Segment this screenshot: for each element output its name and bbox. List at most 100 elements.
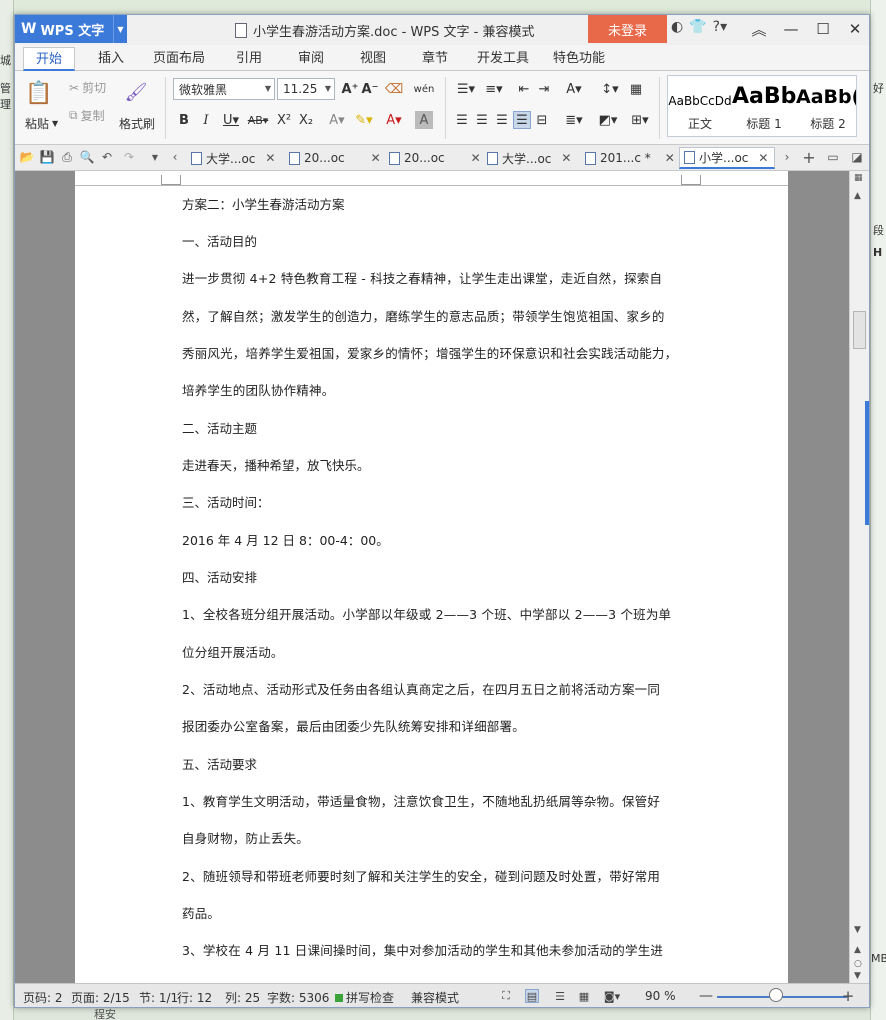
- bullets-icon[interactable]: ☰▾: [453, 80, 479, 98]
- tab-special[interactable]: 特色功能: [547, 47, 611, 71]
- bold-icon[interactable]: B: [175, 111, 193, 129]
- change-case-icon[interactable]: A▾: [561, 80, 587, 98]
- scroll-up-icon[interactable]: ▲: [854, 191, 861, 201]
- close-tab-icon[interactable]: ✕: [471, 151, 481, 165]
- grow-font-icon[interactable]: A⁺: [341, 80, 359, 98]
- side-panel-toggle[interactable]: [865, 401, 869, 525]
- status-word-count[interactable]: 字数: 5306: [267, 989, 329, 1006]
- login-button[interactable]: 未登录: [588, 15, 667, 43]
- char-shading-icon[interactable]: A: [415, 111, 433, 129]
- justify-icon[interactable]: ☰: [513, 111, 531, 129]
- increase-indent-icon[interactable]: ⇥: [535, 80, 553, 98]
- save-icon[interactable]: 💾: [39, 149, 55, 165]
- undo-icon[interactable]: ↶: [99, 149, 115, 165]
- document-tab[interactable]: 20...oc ✕: [385, 147, 481, 169]
- next-page-icon[interactable]: ▼: [854, 971, 861, 981]
- style-heading-1[interactable]: AaBb 标题 1: [732, 76, 796, 136]
- shirt-icon[interactable]: 👕: [689, 19, 706, 35]
- tab-section[interactable]: 章节: [411, 47, 459, 71]
- tabs-scroll-left-icon[interactable]: ‹: [167, 149, 183, 165]
- tab-developer[interactable]: 开发工具: [471, 47, 535, 71]
- align-center-icon[interactable]: ☰: [473, 111, 491, 129]
- vertical-scrollbar[interactable]: ▦ ▲ ▼ ▲ ○ ▼: [849, 171, 869, 983]
- borders-icon[interactable]: ⊞▾: [627, 111, 653, 129]
- scroll-down-icon[interactable]: ▼: [854, 925, 861, 935]
- previous-page-icon[interactable]: ▲: [854, 945, 861, 955]
- ruler-toggle-icon[interactable]: ▦: [854, 173, 863, 183]
- highlight-icon[interactable]: ✎▾: [351, 111, 377, 129]
- table-grid-icon[interactable]: ▦: [627, 80, 645, 98]
- zoom-out-icon[interactable]: —: [699, 988, 713, 1004]
- full-screen-icon[interactable]: ⛶: [499, 989, 513, 1003]
- reading-view-icon[interactable]: ◙▾: [601, 989, 623, 1003]
- zoom-level[interactable]: 90 %: [645, 989, 676, 1003]
- format-painter-icon[interactable]: 🖌: [123, 79, 149, 105]
- open-folder-icon[interactable]: 📂: [19, 149, 35, 165]
- cut-button[interactable]: ✂ 剪切: [69, 79, 106, 96]
- style-heading-2[interactable]: AaBb( 标题 2: [796, 76, 856, 136]
- close-tab-icon[interactable]: ✕: [758, 151, 768, 165]
- shading-icon[interactable]: ◩▾: [595, 111, 621, 129]
- font-color-icon[interactable]: A▾: [381, 111, 407, 129]
- clipboard-icon[interactable]: 📋: [25, 79, 53, 107]
- close-tab-icon[interactable]: ✕: [665, 151, 675, 165]
- print-icon[interactable]: ⎙: [59, 149, 75, 165]
- document-page[interactable]: 方案二：小学生春游活动方案 一、活动目的 进一步贯彻 4+2 特色教育工程 - …: [75, 171, 788, 983]
- format-painter-button[interactable]: 格式刷: [119, 115, 155, 132]
- web-view-icon[interactable]: ▦: [577, 989, 591, 1003]
- new-tab-icon[interactable]: +: [801, 148, 817, 167]
- page-view-icon[interactable]: ▤: [525, 989, 539, 1003]
- style-normal[interactable]: AaBbCcDd 正文: [668, 76, 732, 136]
- tab-insert[interactable]: 插入: [87, 47, 135, 71]
- outline-view-icon[interactable]: ☰: [553, 989, 567, 1003]
- document-tab[interactable]: 大学...oc ✕: [187, 147, 283, 169]
- zoom-slider-handle[interactable]: [769, 988, 783, 1002]
- italic-icon[interactable]: I: [197, 111, 215, 129]
- status-row[interactable]: 行: 12: [177, 989, 212, 1006]
- tab-view[interactable]: 视图: [349, 47, 397, 71]
- zoom-in-icon[interactable]: +: [841, 987, 855, 1005]
- status-section[interactable]: 节: 1/1: [139, 989, 178, 1006]
- tab-review[interactable]: 审阅: [287, 47, 335, 71]
- sort-icon[interactable]: ↕▾: [597, 80, 623, 98]
- text-effect-icon[interactable]: A▾: [325, 111, 349, 129]
- chevron-down-icon[interactable]: ▼: [147, 149, 163, 165]
- subscript-icon[interactable]: X₂: [297, 111, 315, 129]
- tab-page-layout[interactable]: 页面布局: [147, 47, 211, 71]
- strikethrough-icon[interactable]: AB▾: [245, 111, 271, 129]
- line-spacing-icon[interactable]: ≣▾: [561, 111, 587, 129]
- font-size-select[interactable]: 11.25 ▼: [277, 78, 335, 100]
- maximize-icon[interactable]: ☐: [807, 15, 839, 43]
- close-tab-icon[interactable]: ✕: [561, 151, 571, 165]
- close-tab-icon[interactable]: ✕: [371, 151, 381, 165]
- close-tab-icon[interactable]: ✕: [265, 151, 275, 165]
- decrease-indent-icon[interactable]: ⇤: [515, 80, 533, 98]
- align-left-icon[interactable]: ☰: [453, 111, 471, 129]
- redo-icon[interactable]: ↷: [121, 149, 137, 165]
- pinyin-guide-icon[interactable]: wén: [411, 80, 437, 98]
- clear-format-icon[interactable]: ⌫: [385, 80, 403, 98]
- select-browse-icon[interactable]: ○: [854, 959, 862, 969]
- status-pages[interactable]: 页面: 2/15: [71, 989, 130, 1006]
- document-tab[interactable]: 大学...oc ✕: [483, 147, 579, 169]
- copy-button[interactable]: ⧉ 复制: [69, 107, 105, 124]
- restore-tab-icon[interactable]: ▭: [825, 149, 841, 165]
- status-column[interactable]: 列: 25: [225, 989, 260, 1006]
- distribute-icon[interactable]: ⊟: [533, 111, 551, 129]
- superscript-icon[interactable]: X²: [275, 111, 293, 129]
- document-tab[interactable]: 20...oc ✕: [285, 147, 381, 169]
- skin-icon[interactable]: ◐: [671, 19, 683, 35]
- minimize-icon[interactable]: —: [775, 15, 807, 43]
- close-icon[interactable]: ✕: [839, 15, 869, 43]
- tab-references[interactable]: 引用: [225, 47, 273, 71]
- tab-list-icon[interactable]: ◪: [849, 149, 865, 165]
- app-menu-button[interactable]: W WPS 文字 ▼: [15, 15, 127, 43]
- font-name-select[interactable]: 微软雅黑 ▼: [173, 78, 275, 100]
- document-tab[interactable]: 201...c * ✕: [581, 147, 677, 169]
- chevron-down-icon[interactable]: ▼: [113, 15, 127, 43]
- scrollbar-thumb[interactable]: [853, 311, 866, 349]
- tabs-scroll-right-icon[interactable]: ›: [779, 149, 795, 165]
- document-area[interactable]: 方案二：小学生春游活动方案 一、活动目的 进一步贯彻 4+2 特色教育工程 - …: [15, 171, 849, 983]
- align-right-icon[interactable]: ☰: [493, 111, 511, 129]
- shrink-font-icon[interactable]: A⁻: [361, 80, 379, 98]
